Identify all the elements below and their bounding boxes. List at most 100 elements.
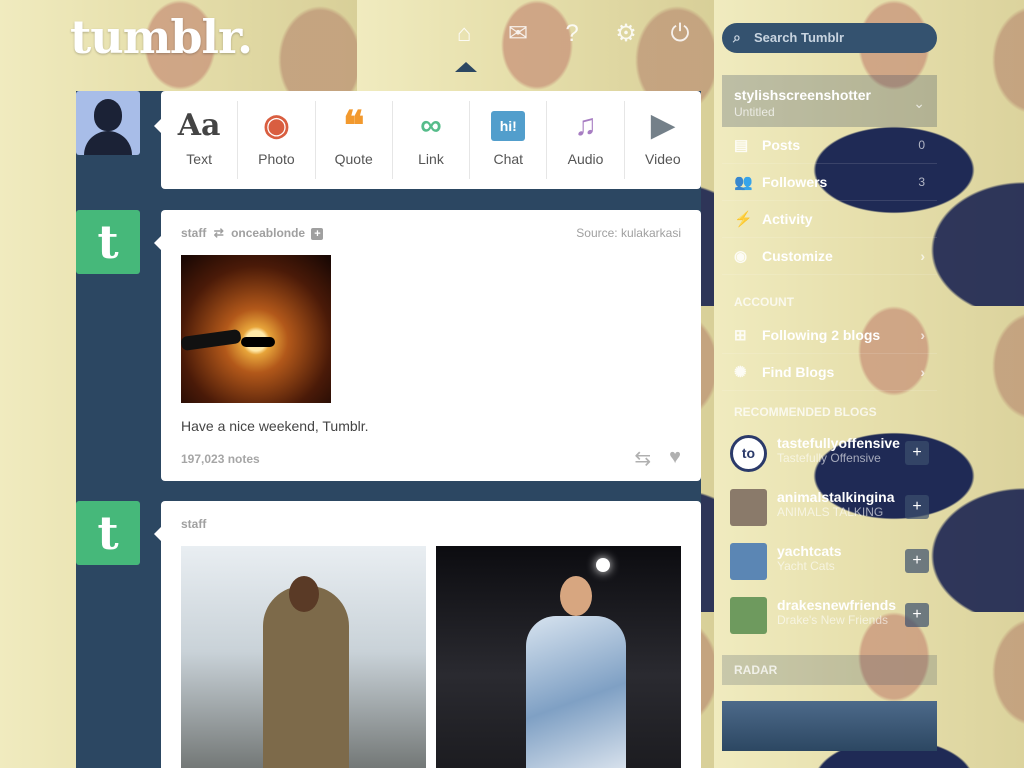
radar-header: RADAR [722,655,937,685]
post-type-chat[interactable]: hi! Chat [470,101,548,179]
follow-button[interactable]: + [905,441,929,465]
chevron-down-icon: ⌄ [913,95,925,111]
mail-icon[interactable]: ✉ [504,20,532,48]
follow-plus-icon[interactable]: + [311,228,324,240]
post-type-label: Quote [334,151,373,167]
recommended-blog[interactable]: to tastefullyoffensive Tastefully Offens… [722,427,937,481]
quote-icon: ❝ [342,104,365,148]
source-name: kulakarkasi [620,226,681,240]
post-notes[interactable]: 197,023 notes [181,452,260,466]
post-card: staff ⇄ onceablonde + Source: kulakarkas… [154,210,701,481]
user-avatar[interactable] [76,91,140,155]
post-type-bar: Aa Text ◉ Photo ❝ Quote ∞ Link hi! Chat … [154,91,701,189]
home-icon[interactable]: ⌂ [450,20,478,48]
reblogged-from[interactable]: onceablonde [231,226,305,240]
post-type-quote[interactable]: ❝ Quote [316,101,393,179]
video-camera-icon: ▶ [651,109,675,142]
sidebar-item-label: Followers [762,174,828,190]
post-author[interactable]: staff [181,517,206,531]
blog-avatar [730,543,767,580]
recommended-blog[interactable]: animalstalkingina ANIMALS TALKING + [722,481,937,535]
sidebar-item-count: 3 [918,175,925,189]
sidebar-item-label: Find Blogs [762,364,835,380]
heart-icon[interactable]: ♥ [669,446,681,471]
post-type-photo[interactable]: ◉ Photo [238,101,316,179]
eye-icon: ◉ [734,248,748,265]
sidebar-item-activity[interactable]: ⚡ Activity [722,201,937,238]
post-type-audio[interactable]: ♫ Audio [547,101,625,179]
sidebar-item-following[interactable]: ⊞ Following 2 blogs › [722,317,937,354]
staff-avatar[interactable]: t [76,210,140,274]
chevron-right-icon: › [920,364,925,380]
posts-icon: ▤ [734,137,749,154]
post-header: staff ⇄ onceablonde + [181,226,324,240]
post-photo[interactable] [181,546,426,768]
text-icon: Aa [177,108,221,143]
staff-avatar[interactable]: t [76,501,140,565]
lightning-icon: ⚡ [734,211,753,228]
radar-post[interactable] [722,701,937,751]
post-header: staff [181,517,206,531]
account-header: ACCOUNT [734,295,794,309]
camera-icon: ◉ [263,109,290,142]
post-type-video[interactable]: ▶ Video [625,101,701,179]
tumblr-logo[interactable]: tumblr. [70,10,253,64]
post-type-label: Text [186,151,212,167]
post-type-link[interactable]: ∞ Link [393,101,471,179]
sidebar: stylishscreenshotter Untitled ⌄ ▤ Posts … [722,75,937,751]
sidebar-item-label: Customize [762,248,833,264]
followers-icon: 👥 [734,174,753,191]
blog-switcher[interactable]: stylishscreenshotter Untitled ⌄ [722,75,937,127]
follow-button[interactable]: + [905,549,929,573]
chevron-right-icon: › [920,327,925,343]
sidebar-item-followers[interactable]: 👥 Followers 3 [722,164,937,201]
help-icon[interactable]: ? [558,20,586,48]
post-type-label: Photo [258,151,295,167]
sparkle-icon: ✺ [734,364,747,381]
blog-avatar [730,489,767,526]
blog-avatar: to [730,435,767,472]
sidebar-item-find-blogs[interactable]: ✺ Find Blogs › [722,354,937,391]
post-type-text[interactable]: Aa Text [161,101,239,179]
recommended-header: RECOMMENDED BLOGS [734,405,877,419]
source-label: Source: [576,226,618,240]
recommended-blog[interactable]: drakesnewfriends Drake's New Friends + [722,589,937,643]
headphones-icon: ♫ [574,109,597,142]
search-placeholder: Search Tumblr [754,30,845,45]
sidebar-item-label: Activity [762,211,813,227]
sidebar-item-customize[interactable]: ◉ Customize › [722,238,937,275]
post-actions: ⇆ ♥ [634,446,681,471]
follow-button[interactable]: + [905,603,929,627]
post-card: staff [154,501,701,768]
post-type-label: Chat [493,151,524,167]
top-nav: ⌂ ✉ ? ⚙ ⏻ [450,20,694,48]
recommended-blog[interactable]: yachtcats Yacht Cats + [722,535,937,589]
post-caption: Have a nice weekend, Tumblr. [181,418,369,434]
power-icon[interactable]: ⏻ [666,20,694,48]
post-author[interactable]: staff [181,226,206,240]
blog-name: stylishscreenshotter [734,87,871,103]
add-person-icon: ⊞ [734,327,747,344]
active-nav-caret [455,62,477,72]
reblog-icon: ⇄ [213,226,224,240]
post-source[interactable]: Source: kulakarkasi [576,226,681,240]
post-type-label: Audio [567,151,604,167]
chevron-right-icon: › [920,248,925,264]
link-icon: ∞ [420,109,442,142]
post-photo[interactable] [436,546,681,768]
sidebar-item-label: Posts [762,137,801,153]
sidebar-item-posts[interactable]: ▤ Posts 0 [722,127,937,164]
search-icon: ⌕ [733,29,741,45]
post-type-label: Video [645,151,681,167]
search-input[interactable]: ⌕ Search Tumblr [722,23,937,53]
post-photo[interactable] [180,255,331,403]
blog-title: Untitled [734,105,775,119]
sidebar-item-label: Following 2 blogs [762,327,881,343]
follow-button[interactable]: + [905,495,929,519]
settings-icon[interactable]: ⚙ [612,20,640,48]
sidebar-item-count: 0 [918,138,925,152]
post-type-label: Link [418,151,444,167]
chat-icon: hi! [491,111,526,141]
blog-avatar [730,597,767,634]
reblog-icon[interactable]: ⇆ [634,446,651,471]
